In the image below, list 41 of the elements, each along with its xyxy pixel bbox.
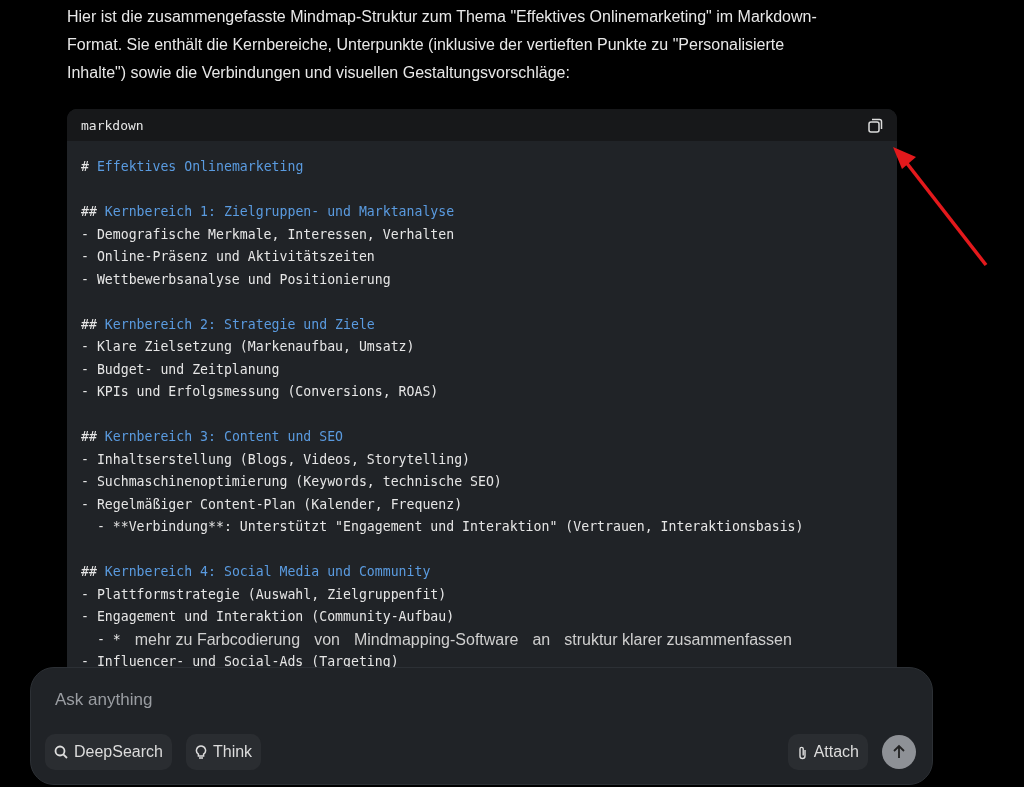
code-line: - Online-Präsenz und Aktivitätszeiten xyxy=(81,249,375,264)
code-line: - Klare Zielsetzung (Markenaufbau, Umsatz) xyxy=(81,339,415,354)
heading-marker: # xyxy=(81,159,89,174)
mode-button[interactable]: Think xyxy=(185,734,262,770)
code-line: - Inhaltserstellung (Blogs, Videos, Storytelling) xyxy=(81,451,471,467)
code-line: - Engagement und Interaktion (Community-Aufbau) xyxy=(81,609,455,624)
suggestion-text[interactable]: von xyxy=(314,628,340,651)
lightbulb-icon xyxy=(194,744,207,760)
suggestion-text[interactable]: struktur klarer zusammenfassen xyxy=(564,628,792,651)
intro-paragraph: Hier ist die zusammengefasste Mindmap-Struktur zum Thema "Effektives Onlinemarketing" im Markdown-Format. Sie enthält die Kernbereiche, Unterpunkte (inklusive der vertieften Punkte zu "Personalisierte Inhalte") sowie die Verbindungen und visuellen Gestaltungsvorschläge: xyxy=(67,7,818,83)
code-heading: Kernbereich 2: Strategie und Ziele xyxy=(104,316,375,332)
heading-marker: ## xyxy=(81,429,97,444)
code-line: - Regelmäßiger Content-Plan (Kalender, Frequenz) xyxy=(81,496,463,512)
code-line: - Influencer- und Social-Ads (Targeting) xyxy=(81,654,399,669)
message-input[interactable]: Ask anything xyxy=(45,690,465,710)
code-line: - Suchmaschinenoptimierung (Keywords, technische SEO) xyxy=(81,474,502,489)
heading-marker: ## xyxy=(81,204,97,219)
heading-marker: ## xyxy=(81,316,97,332)
mode-button[interactable]: DeepSearch xyxy=(45,734,172,770)
code-heading: Kernbereich 1: Zielgruppen- und Marktanalyse xyxy=(104,204,455,219)
copy-icon[interactable] xyxy=(868,117,883,133)
code-line: - KPIs und Erfolgsmessung (Conversions, ROAS) xyxy=(81,384,439,399)
code-heading: Kernbereich 4: Social Media und Community xyxy=(104,564,431,579)
arrow-up-icon xyxy=(891,744,907,760)
code-line: - Budget- und Zeitplanung xyxy=(81,361,280,377)
code-line: - Wettbewerbsanalyse und Positionierung xyxy=(81,271,391,287)
paperclip-icon xyxy=(796,744,808,760)
suggestion-text[interactable]: Mindmapping-Software xyxy=(353,628,519,651)
heading-marker: ## xyxy=(81,564,97,579)
suggestion-text[interactable]: an xyxy=(532,628,551,651)
code-heading: Effektives Onlinemarketing xyxy=(96,159,304,174)
code-heading: Kernbereich 3: Content und SEO xyxy=(104,429,344,444)
code-language: markdown xyxy=(81,117,144,133)
code-line: - **Verbindung**: Unterstützt "Engagement und Interaktion" (Vertrauen, Interaktionsbasis) xyxy=(95,519,804,534)
send-button[interactable] xyxy=(882,735,916,769)
code-line: - * xyxy=(95,630,121,649)
attach-button[interactable]: Attach xyxy=(787,734,868,770)
code-line: - Plattformstrategie (Auswahl, Zielgruppenfit) xyxy=(81,586,447,602)
code-line: - Demografische Merkmale, Interessen, Verhalten xyxy=(81,226,455,242)
suggestion-text[interactable]: mehr zu Farbcodierung xyxy=(134,628,301,651)
search-icon xyxy=(54,745,68,759)
